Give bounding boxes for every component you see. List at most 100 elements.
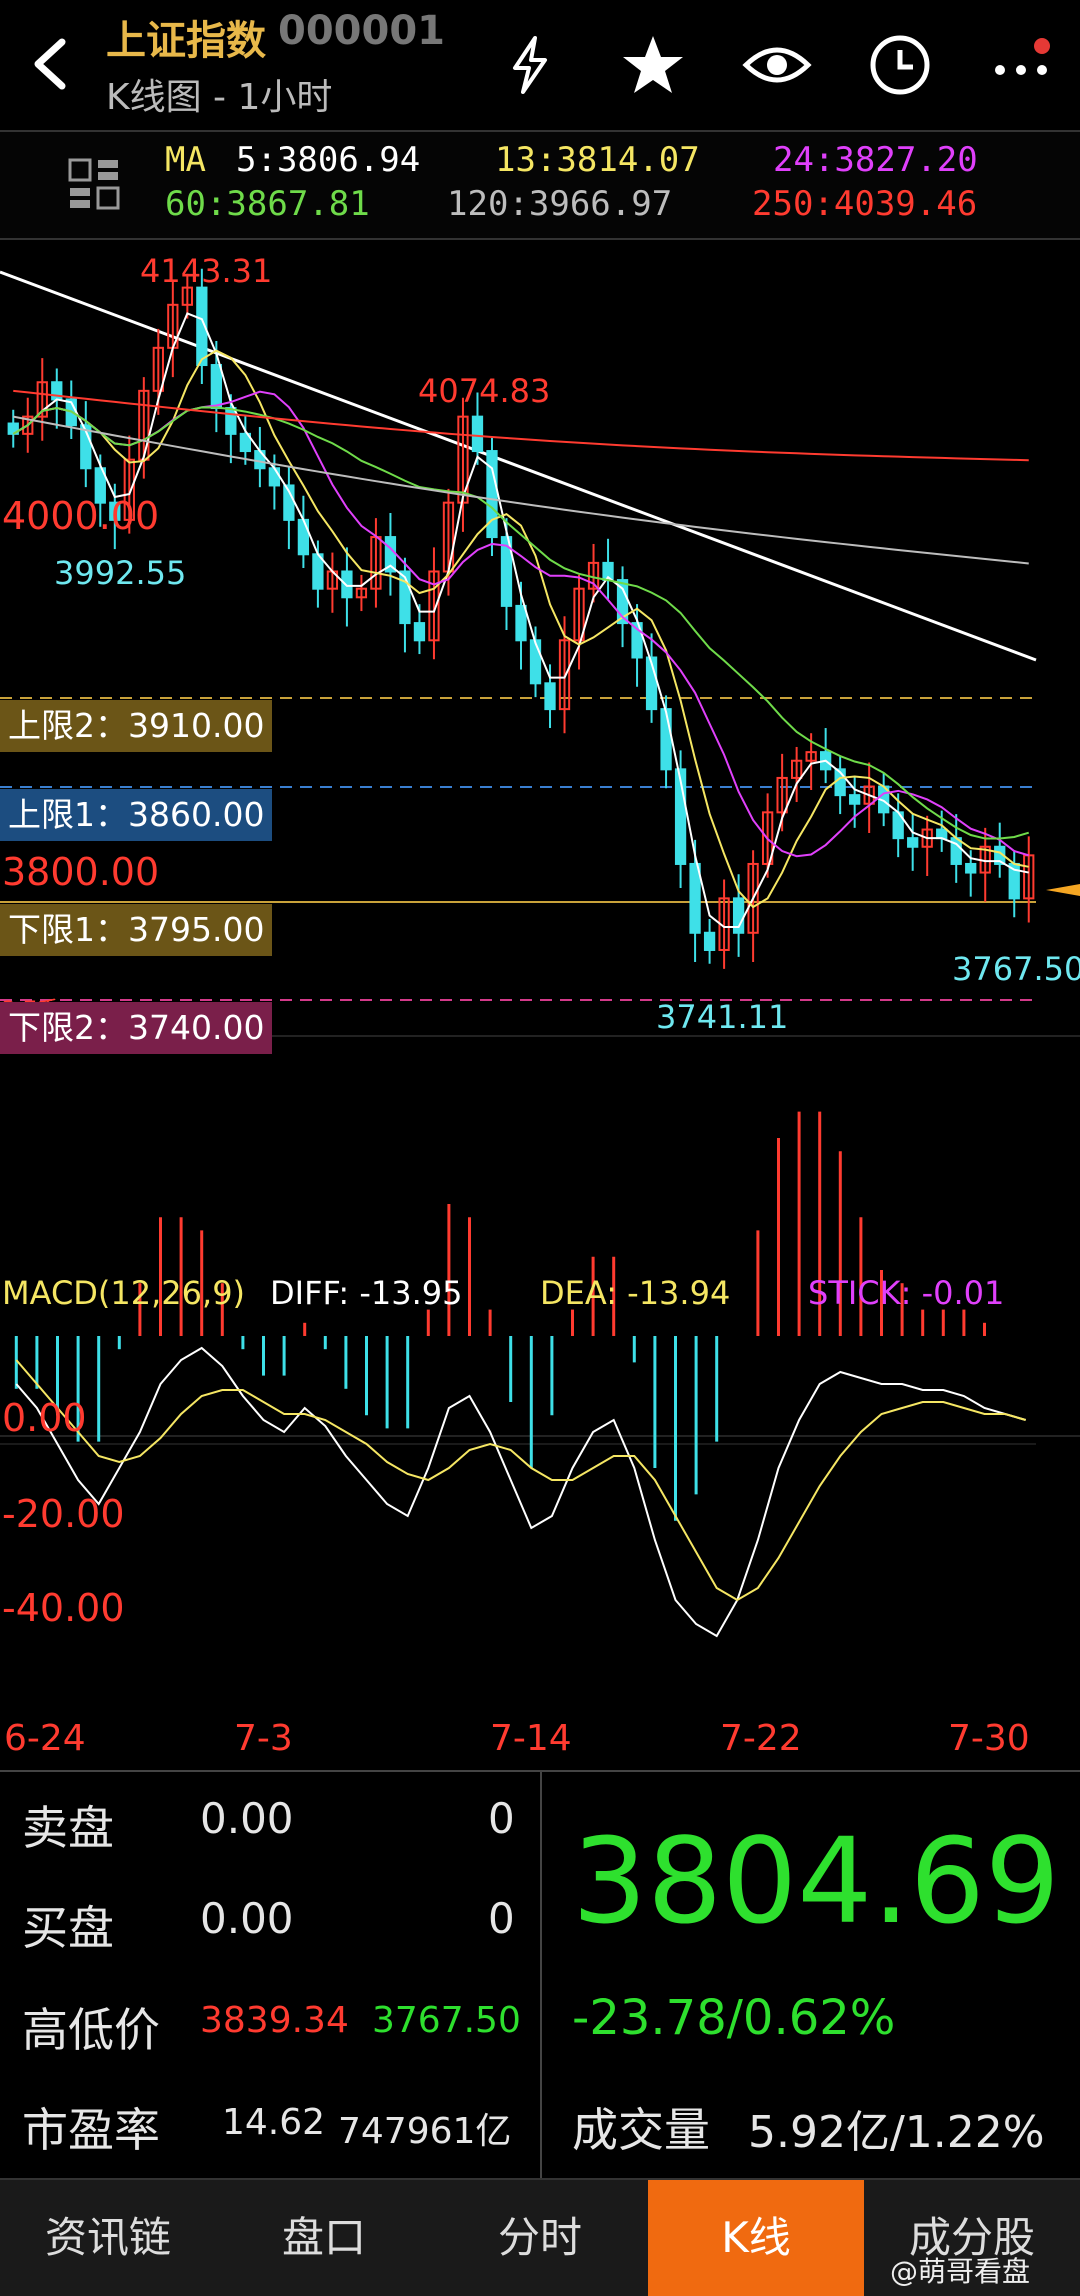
candle (863, 762, 875, 833)
candle (994, 822, 1006, 878)
ma-label: MA (165, 140, 206, 180)
candle (312, 540, 324, 608)
candle (907, 814, 919, 871)
candle (616, 566, 629, 648)
volume-value: 5.92亿/1.22% (748, 2107, 1045, 2158)
buy-volume: 0 (488, 1894, 515, 1943)
eye-icon[interactable] (742, 30, 812, 100)
clock-icon[interactable] (865, 30, 935, 100)
candle (631, 604, 643, 687)
low3-price-label: 3767.50 (952, 950, 1080, 988)
candle (529, 626, 542, 698)
index-code: 000001 (278, 8, 445, 54)
more-icon[interactable] (986, 30, 1056, 100)
quote-stats-panel: 卖盘 0.00 0 买盘 0.00 0 高低价 3839.34 3767.50 … (0, 1770, 1080, 2180)
ma60-value: 60:3867.81 (165, 184, 370, 224)
ma24-value: 24:3827.20 (773, 140, 978, 180)
tab-news-chain[interactable]: 资讯链 (0, 2180, 216, 2296)
candle (645, 633, 658, 723)
candle (1023, 836, 1035, 923)
macd-level-20: -20.00 (2, 1492, 125, 1536)
chart-subtitle[interactable]: K线图 - 1小时 (106, 68, 332, 120)
candle (370, 518, 382, 608)
tab-kline[interactable]: K线 (648, 2180, 864, 2296)
candle (602, 538, 614, 600)
candle (341, 547, 353, 627)
tab-order-book[interactable]: 盘口 (216, 2180, 432, 2296)
market-cap: 747961亿 (338, 2111, 512, 2152)
star-icon[interactable] (618, 30, 688, 100)
candle (703, 919, 716, 964)
level-3800-label: 3800.00 (2, 850, 160, 894)
upper1-label: 上限1：3860.00 (0, 789, 273, 841)
ma13-value: 13:3814.07 (495, 140, 700, 180)
watermark: @萌哥看盘 (890, 2255, 1031, 2288)
sell-volume: 0 (488, 1794, 515, 1843)
candle (820, 728, 832, 784)
index-title: 上证指数 (106, 18, 266, 64)
candle (486, 437, 498, 556)
macd-level-0: 0.00 (2, 1396, 87, 1440)
last-price: 3804.69 (572, 1812, 1060, 1950)
price-change: -23.78/0.62% (572, 1990, 896, 2046)
volume-label: 成交量 (572, 2103, 710, 2157)
pe-label: 市盈率 (22, 2103, 160, 2157)
candle (399, 557, 411, 653)
pe-value: 14.62 (222, 2102, 326, 2143)
back-icon[interactable] (16, 28, 86, 98)
candle (254, 426, 266, 488)
candle (7, 409, 19, 448)
lightning-icon[interactable] (495, 30, 565, 100)
candle (921, 815, 933, 876)
low1-price-label: 3992.55 (54, 554, 187, 592)
macd-dea: DEA: -13.94 (540, 1274, 731, 1312)
high-price-label: 4143.31 (140, 252, 273, 290)
candle (834, 755, 846, 815)
day-high: 3839.34 (200, 2000, 349, 2041)
ma120-value: 120:3966.97 (447, 184, 673, 224)
top-header: 上证指数 000001 K线图 - 1小时 (0, 0, 1080, 130)
kline-chart-area[interactable]: 4143.31 4074.83 4000.00 3992.55 上限2：3910… (0, 236, 1080, 1768)
candle (544, 664, 556, 729)
low2-price-label: 3741.11 (656, 998, 789, 1036)
buy-label: 买盘 (22, 1901, 114, 1955)
macd-label: MACD(12,26,9) (2, 1274, 246, 1312)
macd-stick: STICK: -0.01 (808, 1274, 1005, 1312)
ma-bar: MA 5:3806.94 13:3814.07 24:3827.20 60:38… (0, 130, 1080, 240)
candle (732, 874, 745, 957)
x-label-5: 7-30 (948, 1718, 1030, 1759)
x-label-1: 6-24 (4, 1718, 86, 1759)
level-4000-label: 4000.00 (2, 494, 160, 538)
ma250-value: 250:4039.46 (752, 184, 978, 224)
candle (297, 495, 310, 569)
candle (384, 512, 397, 596)
candle (674, 750, 687, 889)
high2-price-label: 4074.83 (418, 372, 551, 410)
lower2-label: 下限2：3740.00 (0, 1002, 273, 1054)
x-label-3: 7-14 (490, 1718, 572, 1759)
x-label-2: 7-3 (234, 1718, 293, 1759)
candle (36, 358, 48, 441)
sell-label: 卖盘 (22, 1801, 114, 1855)
ma5-value: 5:3806.94 (236, 140, 421, 180)
tab-intraday[interactable]: 分时 (432, 2180, 648, 2296)
lower1-label: 下限1：3795.00 (0, 904, 273, 956)
candle (355, 574, 368, 612)
high-low-label: 高低价 (22, 2003, 160, 2057)
upper2-label: 上限2：3910.00 (0, 700, 273, 752)
sell-price: 0.00 (200, 1794, 294, 1843)
candle (283, 466, 295, 550)
candle (326, 552, 339, 613)
macd-line (15, 1346, 1026, 1638)
grid-icon[interactable] (66, 156, 122, 212)
macd-diff: DIFF: -13.95 (270, 1274, 463, 1312)
buy-price: 0.00 (200, 1894, 294, 1943)
candle (225, 394, 237, 464)
macd-line (15, 1359, 1026, 1602)
trend-line (0, 270, 1037, 662)
macd-level-40: -40.00 (2, 1586, 125, 1630)
bottom-tab-bar: 资讯链 盘口 分时 K线 成分股 @萌哥看盘 (0, 2178, 1080, 2296)
x-label-4: 7-22 (720, 1718, 802, 1759)
candle (80, 401, 92, 488)
day-low: 3767.50 (372, 2000, 521, 2041)
